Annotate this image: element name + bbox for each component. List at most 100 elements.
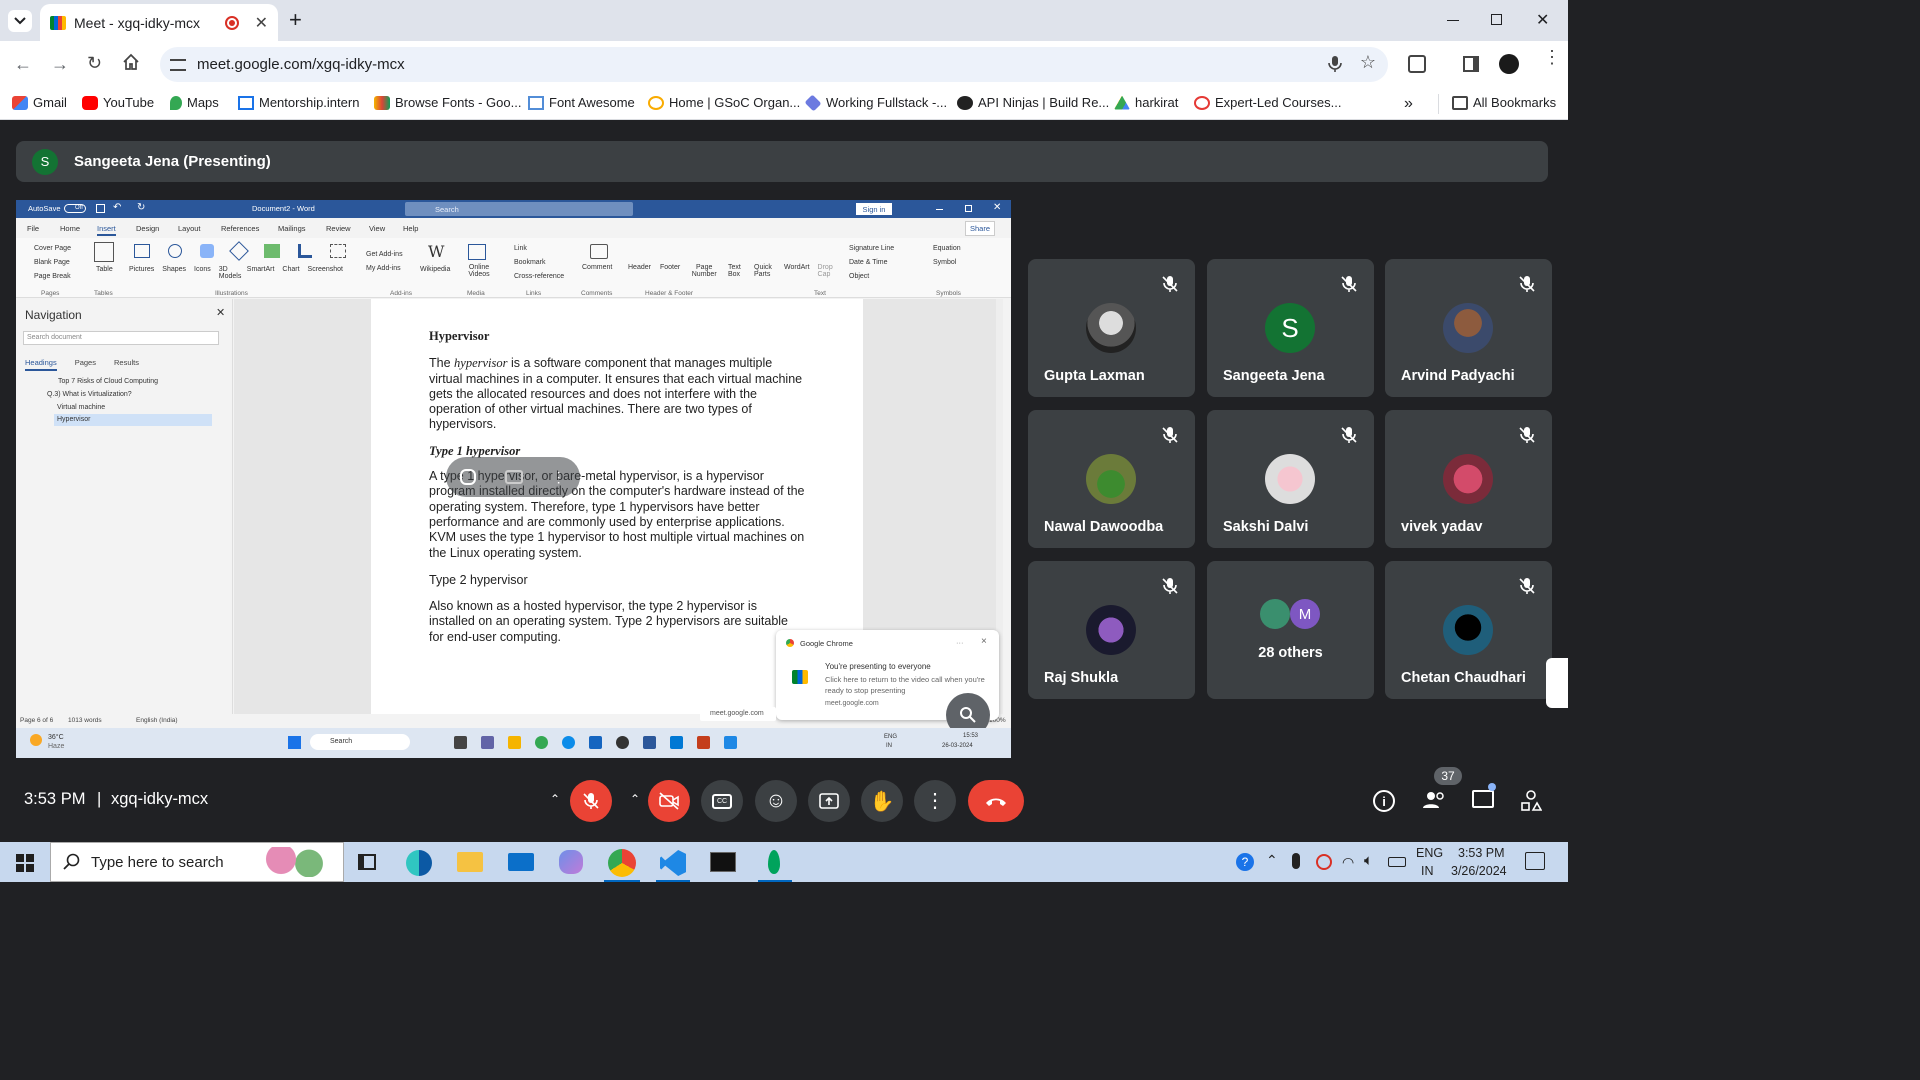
volume-icon[interactable]: 🔈︎ (1364, 852, 1373, 869)
shapes-button[interactable]: Shapes (162, 266, 186, 280)
reactions-button[interactable]: ☺ (755, 780, 797, 822)
page-number-button[interactable]: Page Number (689, 264, 719, 278)
page-break-button[interactable]: Page Break (22, 270, 71, 284)
mail-icon[interactable] (508, 853, 534, 871)
nav-tab-results[interactable]: Results (114, 358, 139, 371)
clock-time[interactable]: 3:53 PM (1458, 846, 1505, 860)
chat-icon[interactable] (1472, 790, 1494, 808)
inner-search-box[interactable]: Search (310, 734, 410, 750)
pictures-button[interactable]: Pictures (129, 266, 154, 280)
present-screen-button[interactable] (808, 780, 850, 822)
menu-home[interactable]: Home (60, 224, 80, 233)
language-line-1[interactable]: ENG (1416, 846, 1443, 860)
nav-heading-2[interactable]: Q.3) What is Virtualization? (47, 391, 132, 398)
language-line-2[interactable]: IN (1421, 864, 1434, 878)
bookmark-expert-courses[interactable]: Expert-Led Courses... (1194, 95, 1341, 110)
my-addins-button[interactable]: My Add-ins (354, 262, 403, 276)
participant-tile-nawal-dawoodba[interactable]: Nawal Dawoodba (1028, 410, 1195, 548)
restore-window-icon[interactable] (1491, 14, 1502, 25)
menu-review[interactable]: Review (326, 224, 351, 233)
microphone-toggle-button[interactable] (570, 780, 612, 822)
save-icon[interactable] (96, 204, 105, 213)
chrome-menu-icon[interactable]: ⋮ (1543, 48, 1561, 66)
overlay-camera-off-icon[interactable] (504, 470, 523, 484)
participant-tile-gupta-laxman[interactable]: Gupta Laxman (1028, 259, 1195, 397)
bookmark-font-awesome[interactable]: Font Awesome (528, 95, 635, 110)
bookmark-gmail[interactable]: Gmail (12, 95, 67, 110)
inner-app-icon[interactable] (562, 736, 575, 749)
vscode-icon[interactable] (660, 850, 686, 876)
microphone-tray-icon[interactable] (1292, 853, 1300, 869)
signature-line-button[interactable]: Signature Line (839, 242, 894, 256)
bookmark-maps[interactable]: Maps (170, 95, 219, 110)
word-search-box[interactable]: Search (405, 202, 633, 216)
close-window-icon[interactable]: ✕ (1536, 10, 1549, 30)
inner-app-icon[interactable] (535, 736, 548, 749)
terminal-icon[interactable] (710, 852, 736, 872)
windows-start-icon[interactable] (16, 854, 34, 877)
bookmark-mentorship[interactable]: Mentorship.intern (238, 95, 359, 110)
screenshot-button[interactable]: Screenshot (308, 266, 343, 280)
inner-app-icon[interactable] (589, 736, 602, 749)
site-info-icon[interactable] (170, 58, 186, 71)
help-icon[interactable]: ? (1236, 853, 1254, 871)
overlay-mic-off-icon[interactable] (460, 469, 477, 485)
redo-icon[interactable]: ↻ (137, 202, 145, 213)
menu-mailings[interactable]: Mailings (278, 224, 306, 233)
blank-page-button[interactable]: Blank Page (22, 256, 71, 270)
nav-heading-4-selected[interactable]: Hypervisor (54, 414, 212, 426)
icons-button[interactable]: Icons (194, 266, 211, 280)
undo-icon[interactable]: ↶ (113, 202, 121, 213)
participant-tile-arvind-padyachi[interactable]: Arvind Padyachi (1385, 259, 1552, 397)
inner-app-icon[interactable] (724, 736, 737, 749)
task-view-icon[interactable] (358, 854, 376, 870)
bookmark-harkirat[interactable]: harkirat (1114, 95, 1178, 110)
activities-icon[interactable] (1520, 790, 1543, 817)
word-minimize-icon[interactable] (936, 209, 943, 210)
autosave-toggle[interactable]: Off (64, 204, 86, 213)
nav-heading-3[interactable]: Virtual machine (57, 404, 105, 411)
participant-tile-others[interactable]: M 28 others (1207, 561, 1374, 699)
profile-avatar[interactable] (1499, 54, 1519, 74)
menu-help[interactable]: Help (403, 224, 418, 233)
quick-parts-button[interactable]: Quick Parts (754, 264, 776, 278)
wifi-icon[interactable]: ◠ (1342, 854, 1354, 871)
audio-options-chevron-icon[interactable]: ⌃ (550, 792, 560, 806)
link-button[interactable]: Link (504, 242, 564, 256)
header-button[interactable]: Header (628, 264, 651, 278)
file-explorer-icon[interactable] (457, 852, 483, 872)
footer-button[interactable]: Footer (660, 264, 680, 278)
inner-app-icon[interactable] (643, 736, 656, 749)
people-icon[interactable] (1422, 790, 1446, 815)
notifications-icon[interactable] (1525, 852, 1545, 870)
home-icon[interactable] (122, 53, 140, 76)
address-bar[interactable]: meet.google.com/xgq-idky-mcx ☆ (160, 47, 1388, 82)
all-bookmarks-button[interactable]: All Bookmarks (1452, 95, 1556, 110)
forward-arrow-icon[interactable]: → (51, 54, 69, 75)
taskbar-search-box[interactable]: Type here to search (50, 842, 344, 882)
participant-tile-sangeeta-jena[interactable]: S Sangeeta Jena (1207, 259, 1374, 397)
participant-tile-raj-shukla[interactable]: Raj Shukla (1028, 561, 1195, 699)
leave-call-button[interactable] (968, 780, 1024, 822)
bookmark-button[interactable]: Bookmark (504, 256, 564, 270)
notification-more-icon[interactable]: ··· (956, 638, 964, 647)
equation-button[interactable]: Equation (923, 242, 961, 256)
smartart-button[interactable]: SmartArt (247, 266, 275, 280)
word-restore-icon[interactable] (965, 205, 972, 212)
clock-date[interactable]: 3/26/2024 (1451, 864, 1507, 878)
side-panel-handle[interactable] (1546, 658, 1568, 708)
shared-screen[interactable]: AutoSave Off ↶ ↻ Document2 - Word Search… (16, 200, 1011, 758)
participant-tile-vivek-yadav[interactable]: vivek yadav (1385, 410, 1552, 548)
3d-models-button[interactable]: 3D Models (219, 266, 242, 280)
menu-layout[interactable]: Layout (178, 224, 201, 233)
nav-tab-headings[interactable]: Headings (25, 358, 57, 371)
participant-tile-sakshi-dalvi[interactable]: Sakshi Dalvi (1207, 410, 1374, 548)
camera-toggle-button[interactable] (648, 780, 690, 822)
mongodb-icon[interactable] (768, 850, 780, 874)
bookmark-star-icon[interactable]: ☆ (1360, 52, 1376, 73)
security-tray-icon[interactable] (1316, 854, 1332, 870)
tab-search-chevron-icon[interactable] (8, 10, 32, 32)
wikipedia-button[interactable]: Wikipedia (420, 266, 450, 273)
nav-tab-pages[interactable]: Pages (75, 358, 96, 371)
inner-app-icon[interactable] (508, 736, 521, 749)
